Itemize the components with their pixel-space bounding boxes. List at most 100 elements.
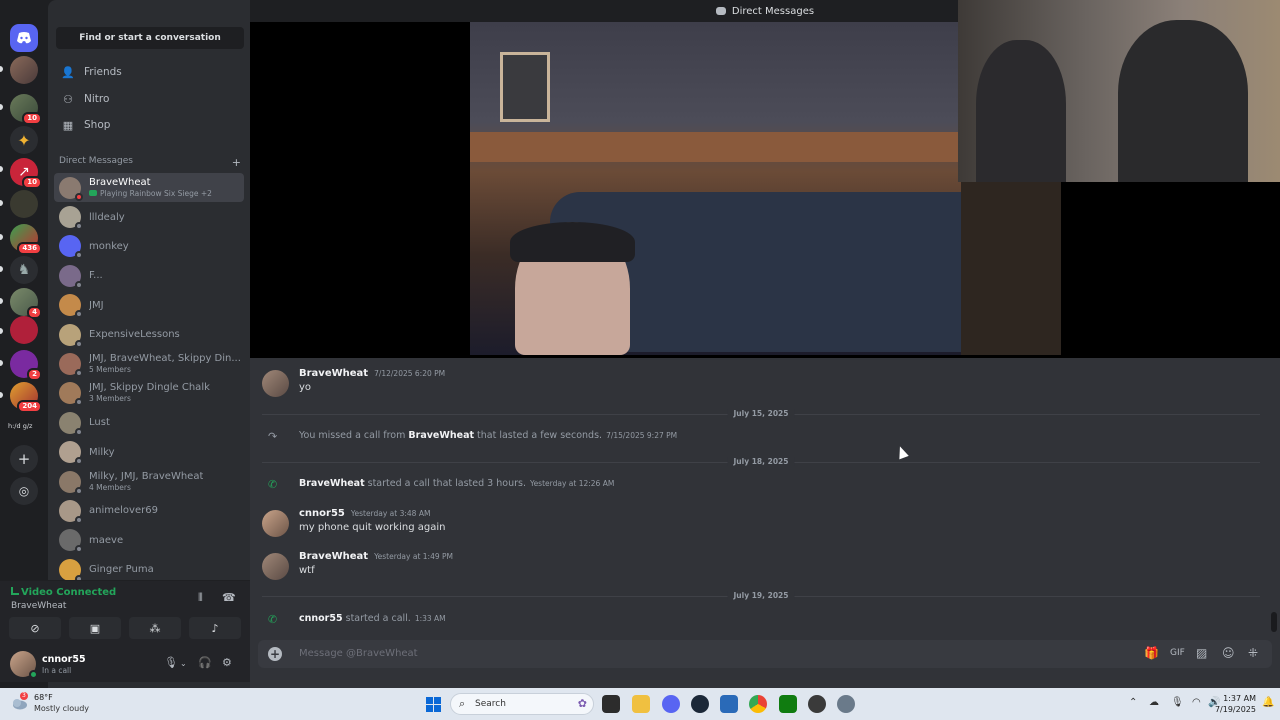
activities-button[interactable]: ⁂ <box>129 617 181 639</box>
status-indicator <box>75 486 83 495</box>
date-divider: July 19, 2025 <box>262 591 1260 600</box>
status-indicator <box>75 310 83 319</box>
avatar[interactable] <box>10 651 38 679</box>
avatar[interactable] <box>262 553 289 580</box>
discord-home-icon[interactable] <box>10 24 38 52</box>
server-icon[interactable] <box>10 316 38 344</box>
date-divider: July 15, 2025 <box>262 409 1260 418</box>
gift-icon[interactable]: 🎁 <box>1144 646 1159 660</box>
add-server-icon[interactable]: + <box>10 445 38 473</box>
voice-status[interactable]: Video Connected <box>11 587 116 598</box>
voice-channel[interactable]: BraveWheat <box>11 601 66 611</box>
task-view-icon[interactable] <box>602 695 620 713</box>
video-stage[interactable] <box>250 0 1280 358</box>
screen-share-button[interactable]: ▣ <box>69 617 121 639</box>
wifi-icon[interactable]: ◠ <box>1192 697 1201 708</box>
dm-item[interactable]: JMJ <box>54 291 244 320</box>
unread-pill <box>0 104 3 110</box>
server-icon[interactable]: 2 <box>10 350 42 381</box>
server-avatar-1[interactable] <box>10 56 38 84</box>
unread-pill <box>0 266 3 272</box>
chrome-icon[interactable] <box>749 695 767 713</box>
avatar <box>59 206 83 231</box>
dm-text: monkey <box>89 241 129 252</box>
nav-shop[interactable]: ▦ Shop <box>56 113 244 137</box>
dm-item[interactable]: maeve <box>54 526 244 555</box>
headphones-icon[interactable]: 🎧 <box>198 656 212 669</box>
message-time: Yesterday at 3:48 AM <box>350 509 431 518</box>
dm-item[interactable]: llldealy <box>54 202 244 231</box>
find-conversation-button[interactable]: Find or start a conversation <box>56 27 244 49</box>
camera-off-button[interactable]: ⊘ <box>9 617 61 639</box>
app-icon[interactable] <box>808 695 826 713</box>
search-label: Search <box>475 699 506 709</box>
discord-taskbar-icon[interactable] <box>662 695 680 713</box>
caller-name[interactable]: BraveWheat <box>408 430 474 441</box>
system-post: started a call. <box>342 613 411 624</box>
folder-label[interactable]: h:/d g/z <box>8 422 32 430</box>
steam-icon[interactable] <box>691 695 709 713</box>
user-name[interactable]: cnnor55 <box>42 654 86 665</box>
notification-bell-icon[interactable]: 🔔 <box>1262 697 1274 708</box>
gif-icon[interactable]: GIF <box>1170 648 1185 658</box>
message-author[interactable]: BraveWheat 7/12/2025 6:20 PM <box>299 368 445 379</box>
noise-suppression-icon[interactable]: ⦀ <box>198 591 203 605</box>
emoji-icon[interactable]: ☺ <box>1222 646 1235 660</box>
server-avatar-2[interactable]: 10 <box>10 94 42 125</box>
scrollbar[interactable] <box>1271 612 1277 632</box>
server-icon[interactable]: ♞ <box>10 256 38 284</box>
dm-item[interactable]: F... <box>54 261 244 290</box>
soundboard-button[interactable]: ♪ <box>189 617 241 639</box>
dm-item[interactable]: Milky <box>54 438 244 467</box>
avatar[interactable] <box>262 510 289 537</box>
dm-item[interactable]: Milky, JMJ, BraveWheat 4 Members <box>54 467 244 496</box>
nav-friends[interactable]: 👤 Friends <box>56 60 244 84</box>
dm-item[interactable]: JMJ, BraveWheat, Skippy Din... 5 Members <box>54 349 244 378</box>
arrow-icon[interactable]: ↗ 10 <box>10 158 42 189</box>
xbox-icon[interactable] <box>779 695 797 713</box>
onedrive-icon[interactable]: ☁ <box>1149 697 1159 708</box>
discover-icon[interactable]: ◎ <box>10 477 38 505</box>
nav-nitro[interactable]: ⚇ Nitro <box>56 87 244 111</box>
system-text: BraveWheat started a call that lasted 3 … <box>299 478 614 489</box>
message-time: 7/15/2025 9:27 PM <box>606 431 678 440</box>
self-video-pip[interactable] <box>958 0 1280 182</box>
avatar <box>59 529 83 554</box>
settings-gear-icon[interactable]: ⚙ <box>222 656 232 669</box>
dm-item[interactable]: Lust <box>54 408 244 437</box>
caller-name[interactable]: cnnor55 <box>299 613 343 624</box>
message-author[interactable]: cnnor55 Yesterday at 3:48 AM <box>299 508 430 519</box>
start-button[interactable] <box>426 697 441 712</box>
avatar[interactable] <box>262 370 289 397</box>
store-icon[interactable] <box>720 695 738 713</box>
chevron-down-icon[interactable]: ⌄ <box>180 659 187 668</box>
disconnect-icon[interactable]: ☎ <box>222 591 236 604</box>
game-controller-icon <box>89 189 97 196</box>
create-dm-icon[interactable]: + <box>232 156 241 169</box>
chevron-up-icon[interactable]: ⌃ <box>1129 697 1137 708</box>
dm-text: Lust <box>89 417 110 428</box>
server-icon[interactable]: 436 <box>10 224 42 255</box>
clock[interactable]: 1:37 AM 7/19/2025 <box>1215 693 1256 715</box>
message-input[interactable]: Message @BraveWheat <box>299 648 418 659</box>
dm-item[interactable]: animelover69 <box>54 496 244 525</box>
dm-item[interactable]: monkey <box>54 232 244 261</box>
attach-plus-icon[interactable]: + <box>268 647 282 661</box>
server-icon[interactable]: 204 <box>10 382 42 413</box>
dm-item[interactable]: ExpensiveLessons <box>54 320 244 349</box>
message-author[interactable]: BraveWheat Yesterday at 1:49 PM <box>299 551 453 562</box>
caller-name[interactable]: BraveWheat <box>299 478 365 489</box>
server-icon[interactable]: 4 <box>10 288 42 319</box>
microphone-icon[interactable]: 🎙 <box>164 656 178 669</box>
apps-icon[interactable]: ⁜ <box>1248 646 1258 660</box>
message-composer[interactable]: + Message @BraveWheat 🎁 GIF ▨ ☺ ⁜ <box>258 640 1272 668</box>
sticker-icon[interactable]: ▨ <box>1196 646 1207 660</box>
star-icon[interactable]: ✦ <box>10 126 38 154</box>
settings-icon[interactable] <box>837 695 855 713</box>
dm-item[interactable]: JMJ, Skippy Dingle Chalk 3 Members <box>54 379 244 408</box>
taskbar-search[interactable]: ⌕ Search ✿ <box>450 693 594 715</box>
microphone-tray-icon[interactable]: 🎙 <box>1171 697 1184 708</box>
dm-item[interactable]: BraveWheat Playing Rainbow Six Siege +2 <box>54 173 244 203</box>
file-explorer-icon[interactable] <box>632 695 650 713</box>
server-icon[interactable] <box>10 190 38 218</box>
